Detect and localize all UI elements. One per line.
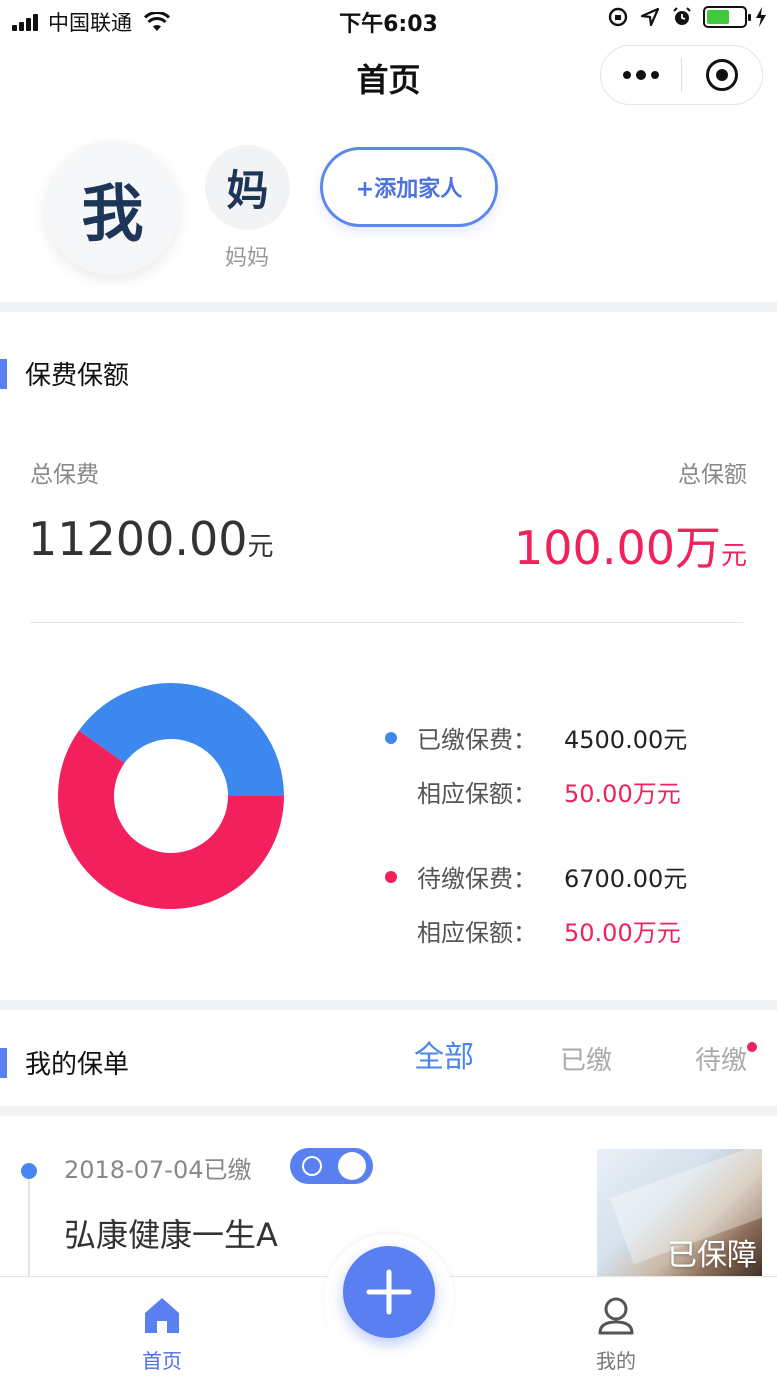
status-bar: 中国联通 下午6:03: [0, 0, 777, 40]
tabbar-mine[interactable]: 我的: [566, 1295, 666, 1374]
target-icon: [705, 59, 738, 91]
alarm-icon: [673, 7, 691, 25]
pending-premium-value: 6700.00元: [564, 865, 688, 893]
legend-paid: 已缴保费： 4500.00元: [385, 720, 687, 755]
tab-all[interactable]: 全部: [414, 1032, 474, 1076]
legend-dot-paid: [385, 731, 397, 744]
policy-thumbnail[interactable]: 已保障: [597, 1149, 762, 1279]
more-dots-icon: [623, 71, 631, 79]
legend-dot-pending: [385, 870, 397, 883]
policies-section-title: 我的保单: [0, 1044, 129, 1081]
paid-coverage-value: 50.00万元: [564, 780, 681, 808]
timeline-dot: [21, 1163, 37, 1179]
policy-name[interactable]: 弘康健康一生A: [64, 1210, 278, 1256]
avatar-me[interactable]: 我: [45, 140, 180, 275]
status-right: [607, 6, 767, 28]
total-premium-value: 11200.00元: [28, 512, 274, 566]
member-label-mom: 妈妈: [224, 246, 269, 271]
policy-toggle[interactable]: [290, 1148, 373, 1184]
paid-premium-value: 4500.00元: [564, 726, 688, 754]
policy-status-badge: 已保障: [667, 1238, 757, 1273]
section-divider: [0, 1000, 777, 1010]
miniapp-capsule: [600, 45, 763, 105]
total-premium-label: 总保费: [30, 462, 99, 488]
pending-notice-dot: [747, 1042, 757, 1052]
premium-section-title: 保费保额: [0, 355, 129, 392]
pending-coverage-value: 50.00万元: [564, 919, 681, 947]
charging-icon: [756, 7, 766, 27]
home-icon: [145, 1298, 179, 1333]
avatar-mom[interactable]: 妈: [205, 145, 290, 230]
section-divider: [0, 302, 777, 312]
add-family-button[interactable]: +添加家人: [320, 147, 498, 227]
location-icon: [640, 7, 660, 27]
more-button[interactable]: [601, 46, 681, 104]
policy-tabs: 全部 已缴 待缴: [400, 1036, 777, 1076]
tabbar-home[interactable]: 首页: [112, 1295, 212, 1374]
tab-paid[interactable]: 已缴: [560, 1040, 612, 1077]
premium-donut-chart: [58, 683, 284, 909]
plus-icon: [366, 1269, 412, 1315]
total-coverage-value: 100.00万元: [514, 521, 747, 575]
legend-pending: 待缴保费： 6700.00元: [385, 859, 687, 894]
close-miniapp-button[interactable]: [682, 46, 762, 104]
total-coverage-label: 总保额: [678, 462, 747, 488]
policy-date-status: 2018-07-04已缴: [64, 1156, 252, 1184]
section-divider: [0, 1106, 777, 1116]
orientation-lock-icon: [608, 7, 628, 27]
legend-pending-coverage: 相应保额： 50.00万元: [417, 913, 681, 948]
battery-icon: [703, 6, 751, 28]
add-policy-button[interactable]: [343, 1246, 435, 1338]
tab-pending[interactable]: 待缴: [695, 1040, 747, 1077]
legend-paid-coverage: 相应保额： 50.00万元: [417, 774, 681, 809]
user-icon: [598, 1297, 634, 1335]
